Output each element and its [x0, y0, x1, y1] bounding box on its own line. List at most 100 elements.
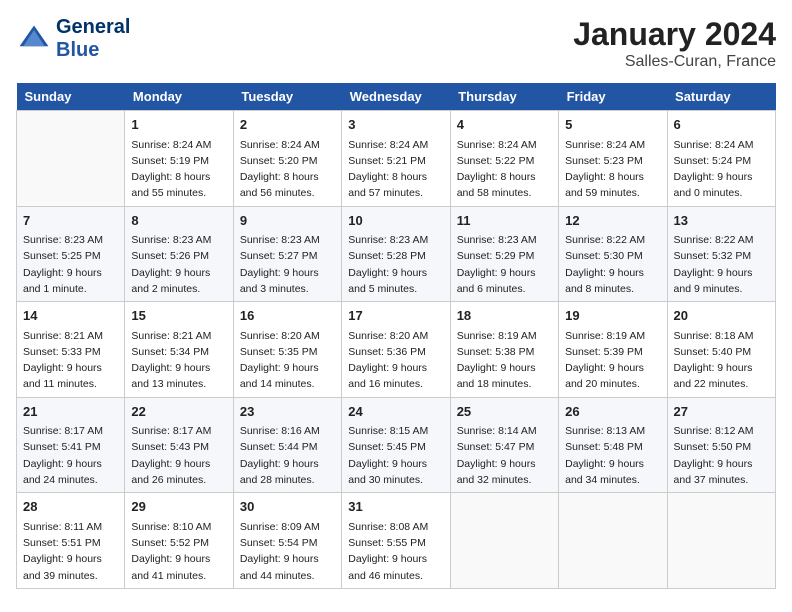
day-info: Sunrise: 8:19 AM Sunset: 5:39 PM Dayligh…: [565, 328, 660, 393]
day-info: Sunrise: 8:15 AM Sunset: 5:45 PM Dayligh…: [348, 423, 443, 488]
day-info: Sunrise: 8:11 AM Sunset: 5:51 PM Dayligh…: [23, 519, 118, 584]
calendar-day-cell: [450, 493, 558, 589]
calendar-day-cell: 24Sunrise: 8:15 AM Sunset: 5:45 PM Dayli…: [342, 397, 450, 493]
calendar-title-block: January 2024 Salles-Curan, France: [573, 16, 776, 71]
calendar-day-cell: 31Sunrise: 8:08 AM Sunset: 5:55 PM Dayli…: [342, 493, 450, 589]
day-number: 23: [240, 402, 335, 422]
day-number: 18: [457, 306, 552, 326]
calendar-day-cell: 7Sunrise: 8:23 AM Sunset: 5:25 PM Daylig…: [17, 206, 125, 302]
day-info: Sunrise: 8:23 AM Sunset: 5:29 PM Dayligh…: [457, 232, 552, 297]
day-number: 26: [565, 402, 660, 422]
day-number: 19: [565, 306, 660, 326]
calendar-day-cell: 13Sunrise: 8:22 AM Sunset: 5:32 PM Dayli…: [667, 206, 775, 302]
day-info: Sunrise: 8:12 AM Sunset: 5:50 PM Dayligh…: [674, 423, 769, 488]
calendar-day-cell: 26Sunrise: 8:13 AM Sunset: 5:48 PM Dayli…: [559, 397, 667, 493]
weekday-header-cell: Wednesday: [342, 83, 450, 111]
day-number: 14: [23, 306, 118, 326]
day-info: Sunrise: 8:23 AM Sunset: 5:26 PM Dayligh…: [131, 232, 226, 297]
day-number: 24: [348, 402, 443, 422]
day-number: 9: [240, 211, 335, 231]
calendar-day-cell: 27Sunrise: 8:12 AM Sunset: 5:50 PM Dayli…: [667, 397, 775, 493]
day-number: 13: [674, 211, 769, 231]
calendar-day-cell: 6Sunrise: 8:24 AM Sunset: 5:24 PM Daylig…: [667, 111, 775, 207]
day-info: Sunrise: 8:08 AM Sunset: 5:55 PM Dayligh…: [348, 519, 443, 584]
calendar-day-cell: 22Sunrise: 8:17 AM Sunset: 5:43 PM Dayli…: [125, 397, 233, 493]
calendar-day-cell: [559, 493, 667, 589]
calendar-week-row: 14Sunrise: 8:21 AM Sunset: 5:33 PM Dayli…: [17, 302, 776, 398]
calendar-day-cell: 4Sunrise: 8:24 AM Sunset: 5:22 PM Daylig…: [450, 111, 558, 207]
logo: General Blue: [16, 16, 130, 62]
logo-icon: [16, 21, 52, 57]
calendar-day-cell: 11Sunrise: 8:23 AM Sunset: 5:29 PM Dayli…: [450, 206, 558, 302]
calendar-table: SundayMondayTuesdayWednesdayThursdayFrid…: [16, 83, 776, 589]
day-info: Sunrise: 8:19 AM Sunset: 5:38 PM Dayligh…: [457, 328, 552, 393]
day-info: Sunrise: 8:20 AM Sunset: 5:36 PM Dayligh…: [348, 328, 443, 393]
day-info: Sunrise: 8:21 AM Sunset: 5:34 PM Dayligh…: [131, 328, 226, 393]
day-info: Sunrise: 8:24 AM Sunset: 5:20 PM Dayligh…: [240, 137, 335, 202]
day-number: 16: [240, 306, 335, 326]
day-number: 7: [23, 211, 118, 231]
calendar-day-cell: 23Sunrise: 8:16 AM Sunset: 5:44 PM Dayli…: [233, 397, 341, 493]
day-info: Sunrise: 8:17 AM Sunset: 5:43 PM Dayligh…: [131, 423, 226, 488]
calendar-week-row: 28Sunrise: 8:11 AM Sunset: 5:51 PM Dayli…: [17, 493, 776, 589]
day-number: 27: [674, 402, 769, 422]
day-info: Sunrise: 8:24 AM Sunset: 5:19 PM Dayligh…: [131, 137, 226, 202]
month-title: January 2024: [573, 16, 776, 53]
logo-general-text: General: [56, 16, 130, 39]
day-number: 12: [565, 211, 660, 231]
day-number: 3: [348, 115, 443, 135]
calendar-day-cell: 14Sunrise: 8:21 AM Sunset: 5:33 PM Dayli…: [17, 302, 125, 398]
day-info: Sunrise: 8:18 AM Sunset: 5:40 PM Dayligh…: [674, 328, 769, 393]
day-number: 8: [131, 211, 226, 231]
day-info: Sunrise: 8:17 AM Sunset: 5:41 PM Dayligh…: [23, 423, 118, 488]
day-info: Sunrise: 8:16 AM Sunset: 5:44 PM Dayligh…: [240, 423, 335, 488]
day-number: 22: [131, 402, 226, 422]
calendar-day-cell: [667, 493, 775, 589]
calendar-day-cell: 21Sunrise: 8:17 AM Sunset: 5:41 PM Dayli…: [17, 397, 125, 493]
weekday-header-cell: Monday: [125, 83, 233, 111]
calendar-day-cell: 2Sunrise: 8:24 AM Sunset: 5:20 PM Daylig…: [233, 111, 341, 207]
day-number: 1: [131, 115, 226, 135]
day-number: 2: [240, 115, 335, 135]
day-info: Sunrise: 8:22 AM Sunset: 5:32 PM Dayligh…: [674, 232, 769, 297]
calendar-week-row: 7Sunrise: 8:23 AM Sunset: 5:25 PM Daylig…: [17, 206, 776, 302]
calendar-day-cell: 1Sunrise: 8:24 AM Sunset: 5:19 PM Daylig…: [125, 111, 233, 207]
calendar-day-cell: 29Sunrise: 8:10 AM Sunset: 5:52 PM Dayli…: [125, 493, 233, 589]
calendar-day-cell: [17, 111, 125, 207]
day-number: 17: [348, 306, 443, 326]
calendar-day-cell: 9Sunrise: 8:23 AM Sunset: 5:27 PM Daylig…: [233, 206, 341, 302]
calendar-day-cell: 20Sunrise: 8:18 AM Sunset: 5:40 PM Dayli…: [667, 302, 775, 398]
day-info: Sunrise: 8:23 AM Sunset: 5:28 PM Dayligh…: [348, 232, 443, 297]
day-info: Sunrise: 8:20 AM Sunset: 5:35 PM Dayligh…: [240, 328, 335, 393]
day-info: Sunrise: 8:24 AM Sunset: 5:24 PM Dayligh…: [674, 137, 769, 202]
calendar-day-cell: 28Sunrise: 8:11 AM Sunset: 5:51 PM Dayli…: [17, 493, 125, 589]
calendar-day-cell: 16Sunrise: 8:20 AM Sunset: 5:35 PM Dayli…: [233, 302, 341, 398]
day-number: 29: [131, 497, 226, 517]
weekday-header-row: SundayMondayTuesdayWednesdayThursdayFrid…: [17, 83, 776, 111]
calendar-day-cell: 12Sunrise: 8:22 AM Sunset: 5:30 PM Dayli…: [559, 206, 667, 302]
weekday-header-cell: Tuesday: [233, 83, 341, 111]
day-info: Sunrise: 8:21 AM Sunset: 5:33 PM Dayligh…: [23, 328, 118, 393]
calendar-week-row: 1Sunrise: 8:24 AM Sunset: 5:19 PM Daylig…: [17, 111, 776, 207]
day-info: Sunrise: 8:24 AM Sunset: 5:22 PM Dayligh…: [457, 137, 552, 202]
day-number: 4: [457, 115, 552, 135]
day-number: 5: [565, 115, 660, 135]
page-header: General Blue January 2024 Salles-Curan, …: [16, 16, 776, 71]
day-info: Sunrise: 8:24 AM Sunset: 5:23 PM Dayligh…: [565, 137, 660, 202]
day-number: 31: [348, 497, 443, 517]
calendar-day-cell: 25Sunrise: 8:14 AM Sunset: 5:47 PM Dayli…: [450, 397, 558, 493]
day-number: 11: [457, 211, 552, 231]
calendar-day-cell: 30Sunrise: 8:09 AM Sunset: 5:54 PM Dayli…: [233, 493, 341, 589]
calendar-week-row: 21Sunrise: 8:17 AM Sunset: 5:41 PM Dayli…: [17, 397, 776, 493]
logo-blue-text: Blue: [56, 39, 130, 62]
day-info: Sunrise: 8:13 AM Sunset: 5:48 PM Dayligh…: [565, 423, 660, 488]
day-number: 21: [23, 402, 118, 422]
day-info: Sunrise: 8:14 AM Sunset: 5:47 PM Dayligh…: [457, 423, 552, 488]
weekday-header-cell: Friday: [559, 83, 667, 111]
day-info: Sunrise: 8:10 AM Sunset: 5:52 PM Dayligh…: [131, 519, 226, 584]
calendar-day-cell: 17Sunrise: 8:20 AM Sunset: 5:36 PM Dayli…: [342, 302, 450, 398]
day-info: Sunrise: 8:22 AM Sunset: 5:30 PM Dayligh…: [565, 232, 660, 297]
day-number: 30: [240, 497, 335, 517]
calendar-day-cell: 3Sunrise: 8:24 AM Sunset: 5:21 PM Daylig…: [342, 111, 450, 207]
day-info: Sunrise: 8:23 AM Sunset: 5:25 PM Dayligh…: [23, 232, 118, 297]
